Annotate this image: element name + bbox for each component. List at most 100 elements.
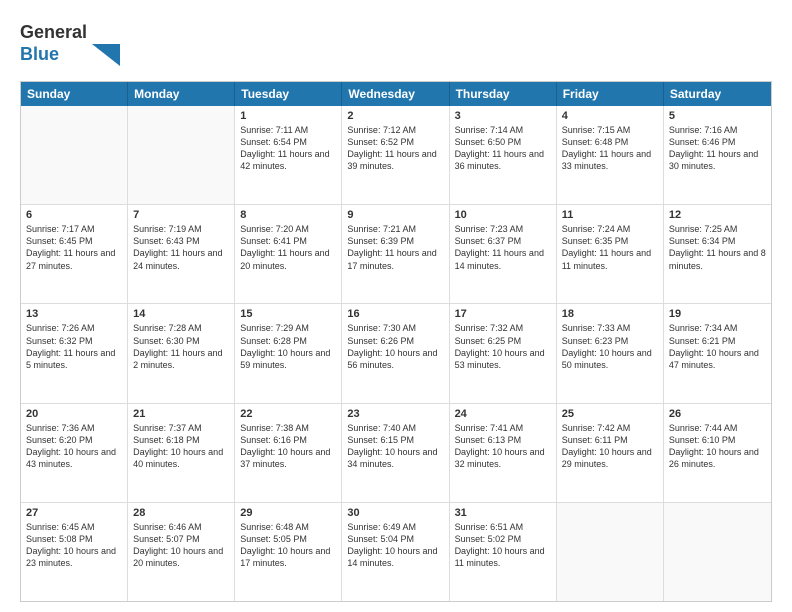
day-number: 5 <box>669 110 766 122</box>
day-number: 4 <box>562 110 658 122</box>
day-number: 9 <box>347 209 443 221</box>
day-number: 31 <box>455 507 551 519</box>
day-number: 2 <box>347 110 443 122</box>
cell-content: Sunrise: 7:23 AMSunset: 6:37 PMDaylight:… <box>455 223 551 272</box>
logo: General Blue <box>20 16 120 71</box>
svg-text:Blue: Blue <box>20 44 59 64</box>
cell-content: Sunrise: 7:30 AMSunset: 6:26 PMDaylight:… <box>347 322 443 371</box>
logo-svg: General Blue <box>20 16 120 66</box>
calendar-week-row: 6 Sunrise: 7:17 AMSunset: 6:45 PMDaylight… <box>21 205 771 304</box>
calendar-week-row: 27 Sunrise: 6:45 AMSunset: 5:08 PMDayligh… <box>21 503 771 601</box>
cell-content: Sunrise: 6:48 AMSunset: 5:05 PMDaylight:… <box>240 521 336 570</box>
calendar-cell: 11Sunrise: 7:24 AMSunset: 6:35 PMDayligh… <box>557 205 664 303</box>
calendar-cell: 8 Sunrise: 7:20 AMSunset: 6:41 PMDaylight… <box>235 205 342 303</box>
calendar-cell: 24 Sunrise: 7:41 AMSunset: 6:13 PMDayligh… <box>450 404 557 502</box>
calendar-cell: 17 Sunrise: 7:32 AMSunset: 6:25 PMDayligh… <box>450 304 557 402</box>
cell-content: Sunrise: 7:14 AMSunset: 6:50 PMDaylight:… <box>455 124 551 173</box>
cell-content: Sunrise: 7:12 AMSunset: 6:52 PMDaylight:… <box>347 124 443 173</box>
calendar-cell <box>21 106 128 204</box>
calendar-week-row: 13 Sunrise: 7:26 AMSunset: 6:32 PMDayligh… <box>21 304 771 403</box>
day-number: 11 <box>562 209 658 221</box>
calendar-body: 1 Sunrise: 7:11 AMSunset: 6:54 PMDaylight… <box>21 106 771 601</box>
calendar-cell: 29 Sunrise: 6:48 AMSunset: 5:05 PMDayligh… <box>235 503 342 601</box>
calendar-cell: 25 Sunrise: 7:42 AMSunset: 6:11 PMDayligh… <box>557 404 664 502</box>
cell-content: Sunrise: 7:33 AMSunset: 6:23 PMDaylight:… <box>562 322 658 371</box>
calendar-cell: 14Sunrise: 7:28 AMSunset: 6:30 PMDayligh… <box>128 304 235 402</box>
cell-content: Sunrise: 7:42 AMSunset: 6:11 PMDaylight:… <box>562 422 658 471</box>
calendar-header-day: Monday <box>128 82 235 106</box>
cell-content: Sunrise: 7:32 AMSunset: 6:25 PMDaylight:… <box>455 322 551 371</box>
calendar-cell: 18 Sunrise: 7:33 AMSunset: 6:23 PMDayligh… <box>557 304 664 402</box>
calendar-cell: 9Sunrise: 7:21 AMSunset: 6:39 PMDaylight… <box>342 205 449 303</box>
calendar-cell: 6 Sunrise: 7:17 AMSunset: 6:45 PMDaylight… <box>21 205 128 303</box>
calendar-cell <box>128 106 235 204</box>
day-number: 22 <box>240 408 336 420</box>
day-number: 3 <box>455 110 551 122</box>
cell-content: Sunrise: 7:28 AMSunset: 6:30 PMDaylight:… <box>133 322 229 371</box>
calendar-cell: 7Sunrise: 7:19 AMSunset: 6:43 PMDaylight… <box>128 205 235 303</box>
day-number: 16 <box>347 308 443 320</box>
calendar-week-row: 1 Sunrise: 7:11 AMSunset: 6:54 PMDaylight… <box>21 106 771 205</box>
day-number: 26 <box>669 408 766 420</box>
page: General Blue SundayMondayTuesdayWednesda… <box>0 0 792 612</box>
cell-content: Sunrise: 7:41 AMSunset: 6:13 PMDaylight:… <box>455 422 551 471</box>
calendar-cell: 26 Sunrise: 7:44 AMSunset: 6:10 PMDayligh… <box>664 404 771 502</box>
calendar-cell: 28 Sunrise: 6:46 AMSunset: 5:07 PMDayligh… <box>128 503 235 601</box>
cell-content: Sunrise: 7:11 AMSunset: 6:54 PMDaylight:… <box>240 124 336 173</box>
cell-content: Sunrise: 7:16 AMSunset: 6:46 PMDaylight:… <box>669 124 766 173</box>
cell-content: Sunrise: 6:46 AMSunset: 5:07 PMDaylight:… <box>133 521 229 570</box>
day-number: 6 <box>26 209 122 221</box>
calendar: SundayMondayTuesdayWednesdayThursdayFrid… <box>20 81 772 602</box>
cell-content: Sunrise: 7:26 AMSunset: 6:32 PMDaylight:… <box>26 322 122 371</box>
calendar-header-day: Sunday <box>21 82 128 106</box>
calendar-cell <box>664 503 771 601</box>
day-number: 1 <box>240 110 336 122</box>
day-number: 20 <box>26 408 122 420</box>
calendar-cell: 27 Sunrise: 6:45 AMSunset: 5:08 PMDayligh… <box>21 503 128 601</box>
day-number: 18 <box>562 308 658 320</box>
calendar-cell: 1 Sunrise: 7:11 AMSunset: 6:54 PMDaylight… <box>235 106 342 204</box>
calendar-cell <box>557 503 664 601</box>
day-number: 13 <box>26 308 122 320</box>
cell-content: Sunrise: 7:17 AMSunset: 6:45 PMDaylight:… <box>26 223 122 272</box>
cell-content: Sunrise: 7:38 AMSunset: 6:16 PMDaylight:… <box>240 422 336 471</box>
cell-content: Sunrise: 7:44 AMSunset: 6:10 PMDaylight:… <box>669 422 766 471</box>
calendar-header-day: Tuesday <box>235 82 342 106</box>
calendar-cell: 2 Sunrise: 7:12 AMSunset: 6:52 PMDaylight… <box>342 106 449 204</box>
calendar-cell: 12 Sunrise: 7:25 AMSunset: 6:34 PMDayligh… <box>664 205 771 303</box>
day-number: 27 <box>26 507 122 519</box>
day-number: 8 <box>240 209 336 221</box>
cell-content: Sunrise: 7:36 AMSunset: 6:20 PMDaylight:… <box>26 422 122 471</box>
header: General Blue <box>20 16 772 71</box>
cell-content: Sunrise: 6:51 AMSunset: 5:02 PMDaylight:… <box>455 521 551 570</box>
day-number: 17 <box>455 308 551 320</box>
cell-content: Sunrise: 7:40 AMSunset: 6:15 PMDaylight:… <box>347 422 443 471</box>
cell-content: Sunrise: 7:25 AMSunset: 6:34 PMDaylight:… <box>669 223 766 272</box>
day-number: 25 <box>562 408 658 420</box>
day-number: 21 <box>133 408 229 420</box>
calendar-cell: 20 Sunrise: 7:36 AMSunset: 6:20 PMDayligh… <box>21 404 128 502</box>
calendar-cell: 31 Sunrise: 6:51 AMSunset: 5:02 PMDayligh… <box>450 503 557 601</box>
logo-block: General Blue <box>20 16 120 71</box>
day-number: 10 <box>455 209 551 221</box>
calendar-cell: 3 Sunrise: 7:14 AMSunset: 6:50 PMDaylight… <box>450 106 557 204</box>
day-number: 29 <box>240 507 336 519</box>
day-number: 28 <box>133 507 229 519</box>
calendar-cell: 10 Sunrise: 7:23 AMSunset: 6:37 PMDayligh… <box>450 205 557 303</box>
day-number: 24 <box>455 408 551 420</box>
cell-content: Sunrise: 7:34 AMSunset: 6:21 PMDaylight:… <box>669 322 766 371</box>
cell-content: Sunrise: 6:45 AMSunset: 5:08 PMDaylight:… <box>26 521 122 570</box>
calendar-header-day: Friday <box>557 82 664 106</box>
day-number: 7 <box>133 209 229 221</box>
cell-content: Sunrise: 7:20 AMSunset: 6:41 PMDaylight:… <box>240 223 336 272</box>
calendar-cell: 15Sunrise: 7:29 AMSunset: 6:28 PMDayligh… <box>235 304 342 402</box>
calendar-cell: 13 Sunrise: 7:26 AMSunset: 6:32 PMDayligh… <box>21 304 128 402</box>
day-number: 12 <box>669 209 766 221</box>
cell-content: Sunrise: 6:49 AMSunset: 5:04 PMDaylight:… <box>347 521 443 570</box>
calendar-cell: 5 Sunrise: 7:16 AMSunset: 6:46 PMDaylight… <box>664 106 771 204</box>
calendar-header-day: Wednesday <box>342 82 449 106</box>
calendar-header: SundayMondayTuesdayWednesdayThursdayFrid… <box>21 82 771 106</box>
cell-content: Sunrise: 7:15 AMSunset: 6:48 PMDaylight:… <box>562 124 658 173</box>
calendar-cell: 16 Sunrise: 7:30 AMSunset: 6:26 PMDayligh… <box>342 304 449 402</box>
calendar-header-day: Thursday <box>450 82 557 106</box>
